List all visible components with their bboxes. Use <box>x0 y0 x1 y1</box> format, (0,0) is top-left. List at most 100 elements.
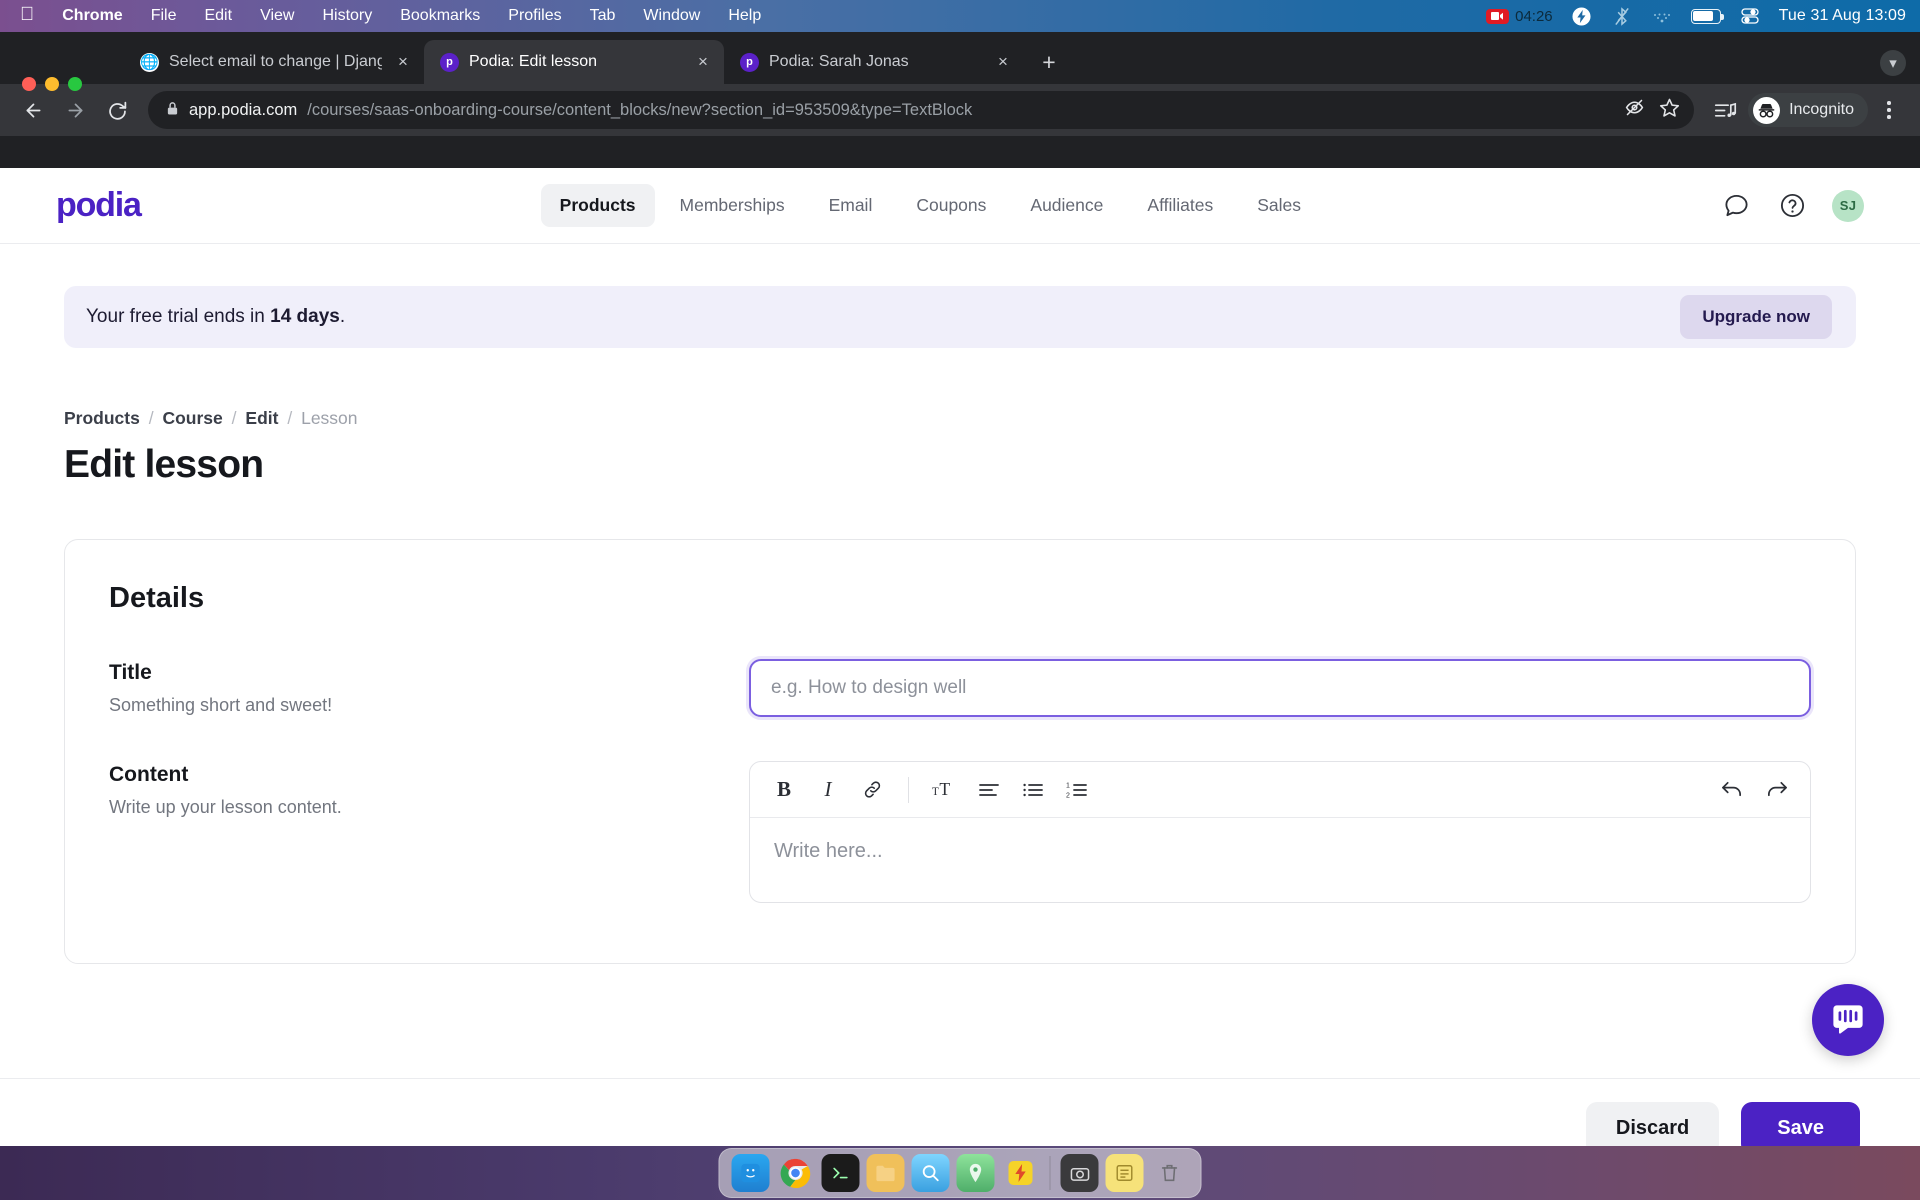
battery-icon[interactable] <box>1690 8 1724 24</box>
nav-item-memberships[interactable]: Memberships <box>661 184 804 227</box>
trial-message: Your free trial ends in 14 days. <box>86 306 345 328</box>
files-icon[interactable] <box>866 1154 905 1192</box>
trial-text-prefix: Your free trial ends in <box>86 306 271 327</box>
nav-item-email[interactable]: Email <box>810 184 892 227</box>
close-tab-button[interactable]: × <box>992 51 1014 73</box>
browser-tab-sarah-jonas[interactable]: p Podia: Sarah Jonas × <box>724 40 1024 84</box>
editor-content-placeholder[interactable]: Write here... <box>750 818 1810 902</box>
bolt-icon[interactable] <box>1571 6 1593 26</box>
lock-icon <box>166 101 179 119</box>
maximize-window-button[interactable] <box>68 77 82 91</box>
incognito-icon <box>1753 96 1781 124</box>
podia-logo[interactable]: podia <box>56 186 142 225</box>
menu-item-window[interactable]: Window <box>629 7 714 25</box>
field-content-input-col: B I TT 1 2 Write here... <box>749 761 1811 903</box>
nav-item-products[interactable]: Products <box>540 184 655 227</box>
recording-time: 04:26 <box>1515 7 1553 25</box>
window-controls <box>22 77 82 91</box>
help-circle-icon[interactable] <box>1776 190 1808 222</box>
globe-icon: 🌐 <box>140 52 159 72</box>
menu-item-chrome[interactable]: Chrome <box>48 7 136 25</box>
new-tab-button[interactable]: + <box>1032 45 1066 79</box>
field-row-title: Title Something short and sweet! <box>109 659 1811 717</box>
menu-item-history[interactable]: History <box>308 7 386 25</box>
page-title: Edit lesson <box>64 443 264 486</box>
close-tab-button[interactable]: × <box>392 51 414 73</box>
chevron-down-icon[interactable]: ▾ <box>1880 50 1906 76</box>
trial-text-suffix: . <box>339 306 346 327</box>
breadcrumb-item-course[interactable]: Course <box>162 408 222 428</box>
menu-item-view[interactable]: View <box>246 7 308 25</box>
star-icon[interactable] <box>1659 97 1680 123</box>
back-arrow-icon[interactable] <box>14 91 52 129</box>
user-avatar[interactable]: SJ <box>1832 189 1864 222</box>
reload-icon[interactable] <box>98 91 136 129</box>
italic-icon[interactable]: I <box>808 770 848 810</box>
link-icon[interactable] <box>852 770 892 810</box>
intercom-chat-button[interactable] <box>1812 984 1884 1056</box>
browser-tab-django[interactable]: 🌐 Select email to change | Djang × <box>124 40 424 84</box>
breadcrumb-item-edit[interactable]: Edit <box>245 408 278 428</box>
eye-slash-icon[interactable] <box>1624 97 1645 123</box>
bluetooth-off-icon[interactable] <box>1611 6 1633 26</box>
close-window-button[interactable] <box>22 77 36 91</box>
menu-item-tab[interactable]: Tab <box>576 7 630 25</box>
notes-icon[interactable] <box>1105 1154 1144 1192</box>
breadcrumb-item-products[interactable]: Products <box>64 408 140 428</box>
finder-icon[interactable] <box>731 1154 770 1192</box>
trash-icon[interactable] <box>1151 1154 1189 1192</box>
lesson-title-input[interactable] <box>749 659 1811 717</box>
close-tab-button[interactable]: × <box>692 51 714 73</box>
menu-item-profiles[interactable]: Profiles <box>494 7 575 25</box>
bold-icon[interactable]: B <box>764 770 804 810</box>
field-title-input-col <box>749 659 1811 717</box>
align-left-icon[interactable] <box>969 770 1009 810</box>
menu-item-edit[interactable]: Edit <box>190 7 246 25</box>
browser-tab-edit-lesson[interactable]: p Podia: Edit lesson × <box>424 40 724 84</box>
redo-icon[interactable] <box>1756 770 1796 810</box>
record-stop-icon[interactable] <box>1486 8 1510 24</box>
preview-icon[interactable] <box>911 1154 950 1192</box>
nav-item-audience[interactable]: Audience <box>1011 184 1122 227</box>
text-size-icon[interactable]: TT <box>925 770 965 810</box>
field-title-labels: Title Something short and sweet! <box>109 659 749 717</box>
nav-item-affiliates[interactable]: Affiliates <box>1128 184 1232 227</box>
screenshot-icon[interactable] <box>1060 1154 1099 1192</box>
menubar-clock[interactable]: Tue 31 Aug 13:09 <box>1779 7 1906 25</box>
nav-item-sales[interactable]: Sales <box>1238 184 1320 227</box>
chrome-icon[interactable] <box>777 1154 815 1192</box>
menubar-status-items: 04:26 Tue 31 Aug 13:09 <box>1486 6 1920 26</box>
browser-toolbar: app.podia.com /courses/saas-onboarding-c… <box>0 84 1920 136</box>
minimize-window-button[interactable] <box>45 77 59 91</box>
editor-toolbar: B I TT 1 2 <box>750 762 1810 818</box>
upgrade-now-button[interactable]: Upgrade now <box>1680 295 1832 339</box>
address-bar[interactable]: app.podia.com /courses/saas-onboarding-c… <box>148 91 1695 129</box>
forward-arrow-icon[interactable] <box>56 91 94 129</box>
podia-header: podia Products Memberships Email Coupons… <box>0 168 1920 244</box>
chat-bubble-icon[interactable] <box>1720 190 1752 222</box>
apple-logo-icon[interactable]:  <box>14 5 48 27</box>
screen-recording-indicator[interactable]: 04:26 <box>1486 8 1553 25</box>
incognito-profile-button[interactable]: Incognito <box>1748 93 1868 127</box>
tab-strip: 🌐 Select email to change | Djang × p Pod… <box>0 32 1920 91</box>
maps-icon[interactable] <box>956 1154 995 1192</box>
field-row-content: Content Write up your lesson content. B … <box>109 761 1811 903</box>
menu-item-file[interactable]: File <box>137 7 191 25</box>
undo-icon[interactable] <box>1712 770 1752 810</box>
menu-item-help[interactable]: Help <box>714 7 775 25</box>
bullet-list-icon[interactable] <box>1013 770 1053 810</box>
menu-item-bookmarks[interactable]: Bookmarks <box>386 7 494 25</box>
card-title-details: Details <box>109 582 205 614</box>
field-content-labels: Content Write up your lesson content. <box>109 761 749 903</box>
terminal-icon[interactable] <box>821 1154 860 1192</box>
svg-text:1: 1 <box>1066 782 1070 789</box>
bolt-icon[interactable] <box>1002 1154 1040 1192</box>
nav-item-coupons[interactable]: Coupons <box>897 184 1005 227</box>
numbered-list-icon[interactable]: 12 <box>1057 770 1097 810</box>
chrome-window: 🌐 Select email to change | Djang × p Pod… <box>0 32 1920 1178</box>
kebab-menu-icon[interactable] <box>1872 91 1906 129</box>
wifi-weak-icon[interactable] <box>1651 6 1673 26</box>
control-center-icon[interactable] <box>1739 6 1761 26</box>
media-list-icon[interactable] <box>1706 91 1744 129</box>
breadcrumb-separator: / <box>287 408 293 428</box>
